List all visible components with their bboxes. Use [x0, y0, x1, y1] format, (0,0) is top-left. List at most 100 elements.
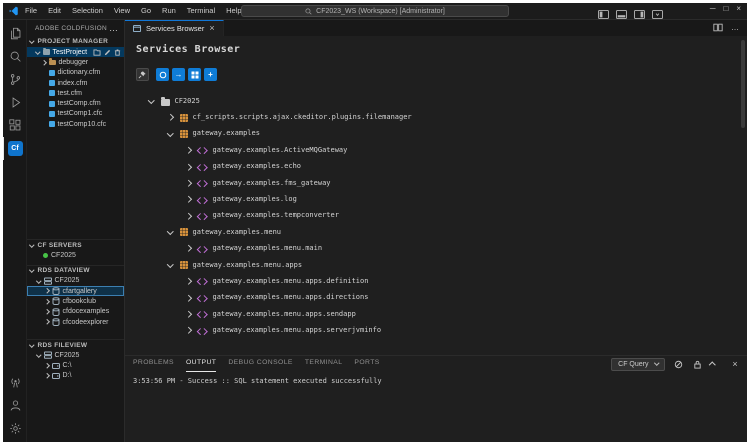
menu-item[interactable]: File	[25, 7, 37, 15]
twistie-icon	[185, 164, 191, 170]
rds-dataview-server-row[interactable]: CF2025	[27, 276, 124, 286]
sidebar-item-explorer[interactable]	[3, 22, 26, 45]
tree-item-icon	[198, 146, 208, 155]
panel-tab[interactable]: TERMINAL	[305, 356, 343, 372]
close-tab-icon[interactable]: ×	[209, 24, 214, 33]
cf-server-row[interactable]: CF2025	[27, 250, 124, 260]
twistie-icon	[167, 114, 173, 120]
section-rds-dataview[interactable]: RDS DATAVIEW	[27, 265, 124, 276]
panel-tab[interactable]: PORTS	[354, 356, 379, 372]
tree-item[interactable]: gateway.examples.ActiveMQGateway	[136, 142, 747, 158]
sidebar-item-extensions[interactable]	[3, 114, 26, 137]
menu-item[interactable]: Help	[226, 7, 241, 15]
sidebar-item-source-control[interactable]	[3, 68, 26, 91]
maximize-panel-icon[interactable]	[710, 358, 722, 370]
tree-item[interactable]: gateway.examples.menu.apps.directions	[136, 290, 747, 306]
file-row[interactable]: test.cfm	[27, 88, 124, 98]
split-editor-icon[interactable]	[713, 19, 723, 37]
database-row[interactable]: cfdocexamples	[27, 307, 124, 317]
extensions-icon	[9, 119, 22, 132]
panel-actions: CF Query ×	[611, 358, 741, 371]
tab-services-browser[interactable]: Services Browser ×	[125, 20, 224, 36]
sidebar-item-coldfusion[interactable]: Cf	[3, 137, 26, 160]
grid-view-button[interactable]	[188, 68, 201, 81]
go-button[interactable]: →	[172, 68, 185, 81]
section-project-manager[interactable]: PROJECT MANAGER	[27, 36, 124, 47]
more-actions-icon[interactable]: …	[109, 24, 118, 33]
delete-icon[interactable]	[114, 49, 121, 56]
more-actions-icon[interactable]: …	[731, 24, 739, 32]
tree-item[interactable]: gateway.examples.menu.main	[136, 241, 747, 257]
workspace-title: CF2023_WS (Workspace) [Administrator]	[316, 8, 445, 15]
tree-item-icon	[180, 114, 188, 122]
drive-row[interactable]: C:\	[27, 360, 124, 370]
tree-item[interactable]: gateway.examples.menu.apps.serverjvminfo	[136, 322, 747, 338]
open-folder-icon[interactable]	[93, 49, 101, 56]
refresh-button[interactable]	[156, 68, 169, 81]
services-tree: CF2025 cf_scripts.scripts.ajax.ckeditor.…	[136, 93, 747, 339]
sidebar-item-run-debug[interactable]	[3, 91, 26, 114]
panel-tab[interactable]: PROBLEMS	[133, 356, 174, 372]
pin-icon	[138, 70, 147, 79]
scrollbar[interactable]	[741, 40, 745, 128]
tree-item-icon	[180, 130, 188, 138]
tree-item[interactable]: gateway.examples.menu.apps.sendapp	[136, 306, 747, 322]
file-row[interactable]: testComp1.cfc	[27, 109, 124, 119]
tree-item[interactable]: gateway.examples.menu.apps.definition	[136, 273, 747, 289]
minimize-icon[interactable]: ─	[710, 5, 716, 13]
tree-item[interactable]: CF2025	[136, 93, 747, 109]
tree-item[interactable]: gateway.examples.tempconverter	[136, 208, 747, 224]
sidebar-item-search[interactable]	[3, 45, 26, 68]
menu-bar: File Edit Selection View Go Run Terminal Help	[25, 7, 242, 15]
tree-item[interactable]: gateway.examples.menu	[136, 224, 747, 240]
clear-output-icon[interactable]	[672, 358, 684, 370]
edit-icon[interactable]	[104, 49, 111, 56]
tree-item[interactable]: gateway.examples	[136, 126, 747, 142]
sidebar-item-settings[interactable]	[3, 417, 26, 440]
twistie-icon	[29, 242, 34, 247]
tree-item[interactable]: cf_scripts.scripts.ajax.ckeditor.plugins…	[136, 109, 747, 125]
close-panel-icon[interactable]: ×	[729, 358, 741, 370]
output-channel-select[interactable]: CF Query	[611, 358, 665, 371]
file-row[interactable]: testComp.cfm	[27, 98, 124, 108]
menu-item[interactable]: View	[114, 7, 130, 15]
file-row[interactable]: dictionary.cfm	[27, 68, 124, 78]
tree-item[interactable]: gateway.examples.log	[136, 191, 747, 207]
rds-fileview-server-row[interactable]: CF2025	[27, 350, 124, 360]
file-icon	[49, 101, 55, 107]
menu-item[interactable]: Terminal	[187, 7, 215, 15]
editor-actions: …	[713, 20, 747, 36]
database-row[interactable]: cfartgallery	[27, 286, 124, 296]
maximize-icon[interactable]: □	[723, 5, 728, 13]
command-center[interactable]: CF2023_WS (Workspace) [Administrator]	[241, 5, 509, 17]
drive-row[interactable]: D:\	[27, 371, 124, 381]
menu-item[interactable]: Edit	[48, 7, 61, 15]
database-row[interactable]: cfbookclub	[27, 296, 124, 306]
menu-item[interactable]: Run	[162, 7, 176, 15]
menu-item[interactable]: Go	[141, 7, 151, 15]
panel-tab[interactable]: DEBUG CONSOLE	[228, 356, 293, 372]
add-button[interactable]: +	[204, 68, 217, 81]
services-browser-view: Services Browser → +	[125, 36, 747, 355]
file-row[interactable]: debugger	[27, 57, 124, 67]
files-icon	[9, 27, 22, 40]
tree-item-icon	[198, 293, 208, 302]
sidebar-item-remote[interactable]	[3, 371, 26, 394]
close-window-icon[interactable]: ×	[736, 5, 741, 13]
section-rds-fileview[interactable]: RDS FILEVIEW	[27, 339, 124, 350]
tree-item[interactable]: gateway.examples.fms_gateway	[136, 175, 747, 191]
file-row[interactable]: testComp10.cfc	[27, 119, 124, 129]
project-row[interactable]: TestProject	[27, 47, 124, 57]
file-row[interactable]: index.cfm	[27, 78, 124, 88]
tree-item[interactable]: gateway.examples.menu.apps	[136, 257, 747, 273]
panel-tab[interactable]: OUTPUT	[186, 356, 216, 372]
lock-icon[interactable]	[691, 358, 703, 370]
sidebar-item-accounts[interactable]	[3, 394, 26, 417]
tree-item[interactable]: gateway.examples.echo	[136, 159, 747, 175]
database-row[interactable]: cfcodeexplorer	[27, 317, 124, 327]
menu-item[interactable]: Selection	[72, 7, 103, 15]
pin-button[interactable]	[136, 68, 149, 81]
twistie-icon	[35, 49, 40, 54]
section-cf-servers[interactable]: CF SERVERS	[27, 239, 124, 250]
output-content[interactable]: 3:53:56 PM - Success :: SQL statement ex…	[125, 372, 747, 442]
